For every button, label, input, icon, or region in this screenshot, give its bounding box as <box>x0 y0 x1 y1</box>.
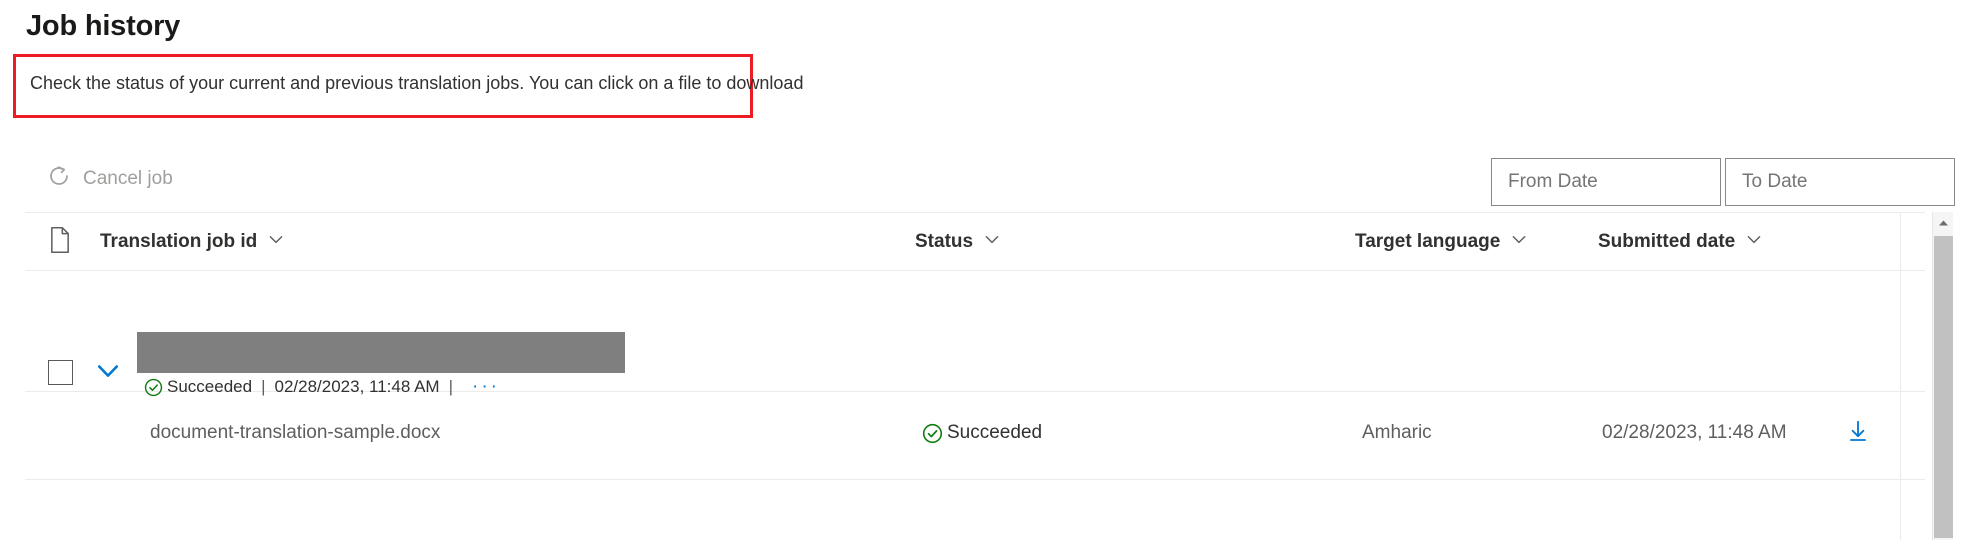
job-history-page: Job history Check the status of your cur… <box>0 0 1969 540</box>
download-button[interactable] <box>1845 418 1871 450</box>
column-header-submitted-date[interactable]: Submitted date <box>1598 230 1763 254</box>
row-status: Succeeded <box>922 422 1042 444</box>
column-header-status[interactable]: Status <box>915 230 1001 254</box>
chevron-down-icon <box>267 230 285 254</box>
table-row[interactable]: document-translation-sample.docx Succeed… <box>0 392 1925 480</box>
file-name-link[interactable]: document-translation-sample.docx <box>150 422 440 444</box>
download-icon <box>1845 418 1871 450</box>
group-expand-toggle[interactable] <box>93 357 123 387</box>
chevron-down-icon <box>1745 230 1763 254</box>
cancel-job-label: Cancel job <box>83 168 173 189</box>
cancel-circle-arrow-icon <box>47 164 71 194</box>
row-select-checkbox[interactable] <box>48 360 73 385</box>
scroll-up-button[interactable] <box>1933 212 1954 234</box>
command-bar: Cancel job <box>0 150 1969 212</box>
document-icon <box>48 226 72 260</box>
column-header-label: Status <box>915 231 974 252</box>
column-header-label: Submitted date <box>1598 231 1736 252</box>
table-header-row: Translation job id Status Target languag… <box>0 212 1925 270</box>
from-date-input[interactable] <box>1506 170 1755 194</box>
page-title: Job history <box>26 10 181 42</box>
column-header-target-language[interactable]: Target language <box>1355 230 1528 254</box>
chevron-down-icon <box>983 230 1001 254</box>
table-group-row[interactable]: Succeeded | 02/28/2023, 11:48 AM | ··· <box>0 271 1925 397</box>
scrollbar-thumb[interactable] <box>1934 236 1953 538</box>
translation-job-id-redacted <box>137 332 625 373</box>
vertical-scrollbar[interactable] <box>1932 212 1953 540</box>
row-submitted-date: 02/28/2023, 11:48 AM <box>1602 422 1787 443</box>
row-target-language: Amharic <box>1362 422 1432 443</box>
chevron-down-icon <box>94 356 122 389</box>
to-date-field[interactable] <box>1725 158 1969 206</box>
check-circle-icon <box>922 423 943 444</box>
column-header-document-type[interactable] <box>48 226 72 260</box>
caret-up-icon <box>1938 214 1949 232</box>
column-header-label: Target language <box>1355 231 1501 252</box>
cancel-job-button[interactable]: Cancel job <box>47 164 173 194</box>
job-history-table: Translation job id Status Target languag… <box>0 212 1969 540</box>
page-description: Check the status of your current and pre… <box>30 73 804 93</box>
row-status-label: Succeeded <box>947 422 1043 443</box>
description-highlight-box: Check the status of your current and pre… <box>13 54 803 118</box>
column-header-label: Translation job id <box>100 231 258 252</box>
to-date-input[interactable] <box>1740 170 1969 194</box>
chevron-down-icon <box>1510 230 1528 254</box>
column-header-translation-job-id[interactable]: Translation job id <box>100 230 285 254</box>
from-date-field[interactable] <box>1491 158 1777 206</box>
